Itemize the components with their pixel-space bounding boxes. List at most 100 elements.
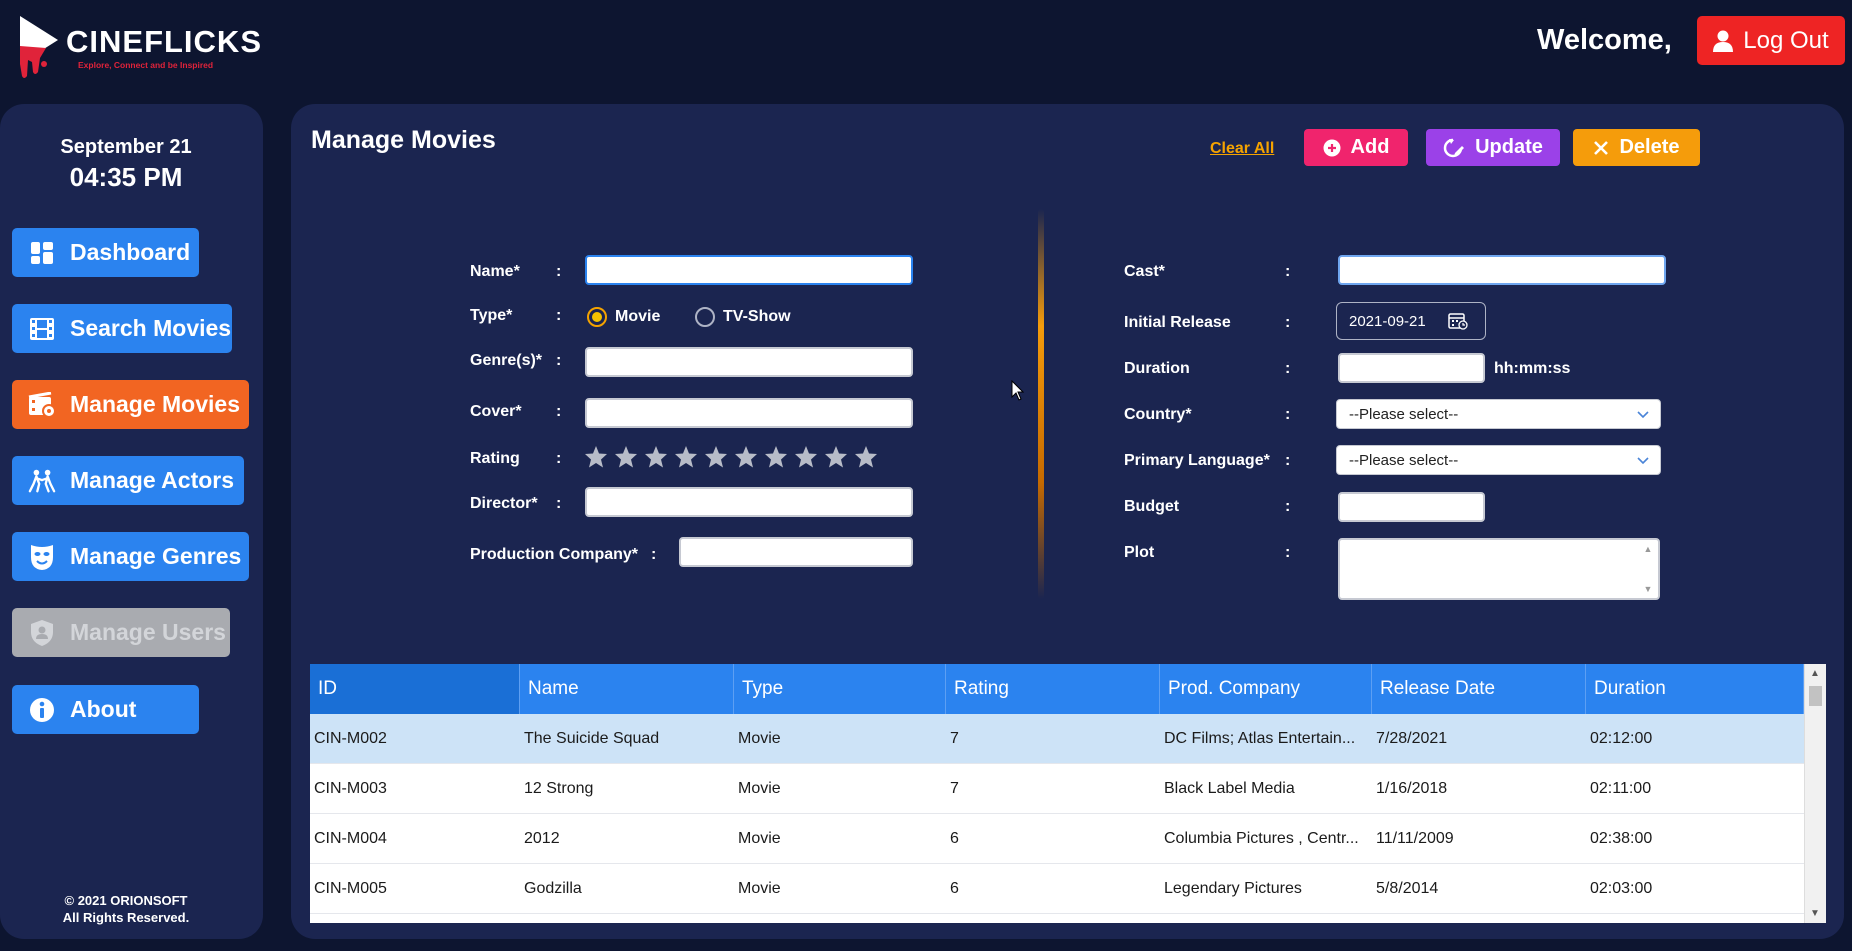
- add-button[interactable]: Add: [1304, 129, 1408, 166]
- column-header[interactable]: Duration: [1586, 664, 1804, 714]
- type-tvshow-radio[interactable]: TV-Show: [695, 307, 791, 327]
- budget-input[interactable]: [1338, 492, 1485, 522]
- star-icon[interactable]: [614, 445, 638, 469]
- type-movie-radio[interactable]: Movie: [587, 307, 660, 327]
- table-cell: CIN-M004: [314, 829, 387, 847]
- country-select[interactable]: --Please select--: [1336, 399, 1661, 429]
- nav-manage-actors[interactable]: Manage Actors: [12, 456, 244, 505]
- star-icon[interactable]: [674, 445, 698, 469]
- star-icon[interactable]: [824, 445, 848, 469]
- table-cell: 11/11/2009: [1376, 829, 1454, 847]
- table-cell: DC Films; Atlas Entertain...: [1164, 729, 1356, 747]
- logo-tagline: Explore, Connect and be Inspired: [78, 60, 214, 70]
- cover-input[interactable]: [585, 398, 913, 428]
- clear-all-link[interactable]: Clear All: [1210, 140, 1274, 158]
- duration-input[interactable]: [1338, 353, 1485, 383]
- scroll-up-icon[interactable]: ▲: [1810, 668, 1820, 679]
- nav-dashboard-label: Dashboard: [70, 239, 191, 265]
- colon: :: [1285, 498, 1291, 515]
- column-header[interactable]: Release Date: [1372, 664, 1586, 714]
- table-cell: CIN-M005: [314, 879, 387, 897]
- duration-label: Duration: [1124, 360, 1190, 377]
- star-icon[interactable]: [794, 445, 818, 469]
- column-header[interactable]: ID: [310, 664, 520, 714]
- table-cell: 6: [950, 879, 959, 897]
- cast-input[interactable]: [1338, 255, 1666, 285]
- chevron-down-icon: [1637, 457, 1649, 465]
- table-cell: Black Label Media: [1164, 779, 1295, 797]
- nav-search-movies[interactable]: Search Movies: [12, 304, 232, 353]
- sidebar: September 21 04:35 PM Dashboard Search M…: [0, 104, 263, 939]
- column-header[interactable]: Prod. Company: [1160, 664, 1372, 714]
- table-header: ID Name Type Rating Prod. Company Release Dat…: [310, 664, 1804, 714]
- table-row[interactable]: CIN-M005 Godzilla Movie 6 Legendary Pictures…: [310, 864, 1804, 914]
- table-cell: 02:38:00: [1590, 829, 1653, 847]
- type-movie-label: Movie: [615, 308, 661, 325]
- star-icon[interactable]: [764, 445, 788, 469]
- rating-stars[interactable]: [584, 445, 878, 469]
- nav-dashboard[interactable]: Dashboard: [12, 228, 199, 277]
- table-cell: Legendary Pictures: [1164, 879, 1302, 897]
- nav-manage-genres[interactable]: Manage Genres: [12, 532, 249, 581]
- table-scrollbar[interactable]: ▲ ▼: [1804, 664, 1826, 923]
- table-cell: The Suicide Squad: [524, 729, 660, 747]
- director-input[interactable]: [585, 487, 913, 517]
- user-icon: [1713, 30, 1734, 52]
- colon: :: [556, 263, 562, 280]
- column-header[interactable]: Name: [520, 664, 734, 714]
- table-cell: 2012: [524, 829, 560, 847]
- logout-button[interactable]: Log Out: [1697, 16, 1845, 65]
- type-label: Type*: [470, 307, 513, 324]
- plus-circle-icon: [1323, 139, 1341, 156]
- refresh-edit-icon: [1443, 138, 1465, 157]
- genres-label: Genre(s)*: [470, 352, 543, 369]
- type-tvshow-label: TV-Show: [723, 308, 791, 325]
- table-cell: CIN-M002: [314, 729, 387, 747]
- nav-manage-users-label: Manage Users: [70, 619, 226, 645]
- column-header[interactable]: Rating: [946, 664, 1160, 714]
- info-icon: [28, 696, 56, 724]
- nav-manage-movies[interactable]: Manage Movies: [12, 380, 249, 429]
- form-divider: [1038, 209, 1044, 599]
- scrollbar-thumb[interactable]: [1809, 686, 1822, 706]
- colon: :: [1285, 263, 1291, 280]
- film-settings-icon: [28, 391, 56, 419]
- primary-language-label: Primary Language*: [1124, 452, 1270, 469]
- genres-input[interactable]: [585, 347, 913, 377]
- logout-label: Log Out: [1743, 26, 1829, 54]
- table-cell: 12 Strong: [524, 779, 594, 797]
- star-icon[interactable]: [854, 445, 878, 469]
- nav-about[interactable]: About: [12, 685, 199, 734]
- primary-language-select[interactable]: --Please select--: [1336, 445, 1661, 475]
- colon: :: [1285, 406, 1291, 423]
- close-icon: [1594, 140, 1609, 155]
- production-company-input[interactable]: [679, 537, 913, 567]
- star-icon[interactable]: [734, 445, 758, 469]
- scroll-down-icon[interactable]: ▼: [1810, 908, 1820, 919]
- table-row[interactable]: CIN-M002 The Suicide Squad Movie 7 DC Films;…: [310, 714, 1804, 764]
- column-header[interactable]: Type: [734, 664, 946, 714]
- chevron-down-icon: [1637, 411, 1649, 419]
- delete-button[interactable]: Delete: [1573, 129, 1700, 166]
- release-date-picker[interactable]: 2021-09-21: [1336, 302, 1486, 340]
- name-input[interactable]: [585, 255, 913, 285]
- table-cell: 02:03:00: [1590, 879, 1653, 897]
- star-icon[interactable]: [584, 445, 608, 469]
- star-icon[interactable]: [644, 445, 668, 469]
- textarea-scrollbar[interactable]: ▲ ▼: [1642, 544, 1654, 594]
- update-button[interactable]: Update: [1426, 129, 1560, 166]
- dashboard-icon: [28, 239, 56, 267]
- table-cell: Godzilla: [524, 879, 582, 897]
- cast-label: Cast*: [1124, 263, 1165, 280]
- table-cell: 7: [950, 729, 959, 747]
- table-row[interactable]: CIN-M003 12 Strong Movie 7 Black Label Media…: [310, 764, 1804, 814]
- director-label: Director*: [470, 495, 538, 512]
- rating-label: Rating: [470, 450, 520, 467]
- table-body: CIN-M002 The Suicide Squad Movie 7 DC Films;…: [310, 714, 1804, 914]
- colon: :: [556, 450, 562, 467]
- star-icon[interactable]: [704, 445, 728, 469]
- colon: :: [1285, 452, 1291, 469]
- table-cell: Movie: [738, 729, 781, 747]
- plot-textarea[interactable]: ▲ ▼: [1338, 538, 1660, 600]
- table-row[interactable]: CIN-M004 2012 Movie 6 Columbia Pictures , Ce…: [310, 814, 1804, 864]
